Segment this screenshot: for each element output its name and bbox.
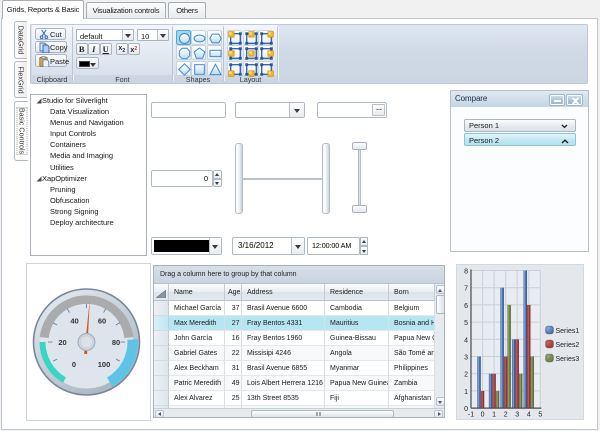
svg-text:Series2: Series2 [556,342,580,349]
svg-text:0: 0 [481,412,485,419]
svg-text:20: 20 [58,338,66,347]
svg-text:1: 1 [492,412,496,419]
svg-text:60: 60 [98,317,106,326]
svg-text:3: 3 [515,412,519,419]
svg-text:4: 4 [527,412,531,419]
svg-text:100: 100 [98,360,111,369]
svg-text:1: 1 [464,389,468,396]
svg-text:6: 6 [464,303,468,310]
svg-text:-1: -1 [468,412,474,419]
svg-text:2: 2 [504,412,508,419]
svg-text:5: 5 [464,320,468,327]
svg-text:7: 7 [464,286,468,293]
svg-text:Series3: Series3 [556,356,580,363]
svg-text:0: 0 [72,360,76,369]
svg-text:80: 80 [112,338,120,347]
svg-text:2: 2 [464,372,468,379]
svg-text:3: 3 [464,355,468,362]
svg-text:40: 40 [70,317,78,326]
svg-text:Series1: Series1 [556,328,580,335]
svg-text:4: 4 [464,337,468,344]
svg-text:8: 8 [464,269,468,276]
svg-text:5: 5 [538,412,542,419]
